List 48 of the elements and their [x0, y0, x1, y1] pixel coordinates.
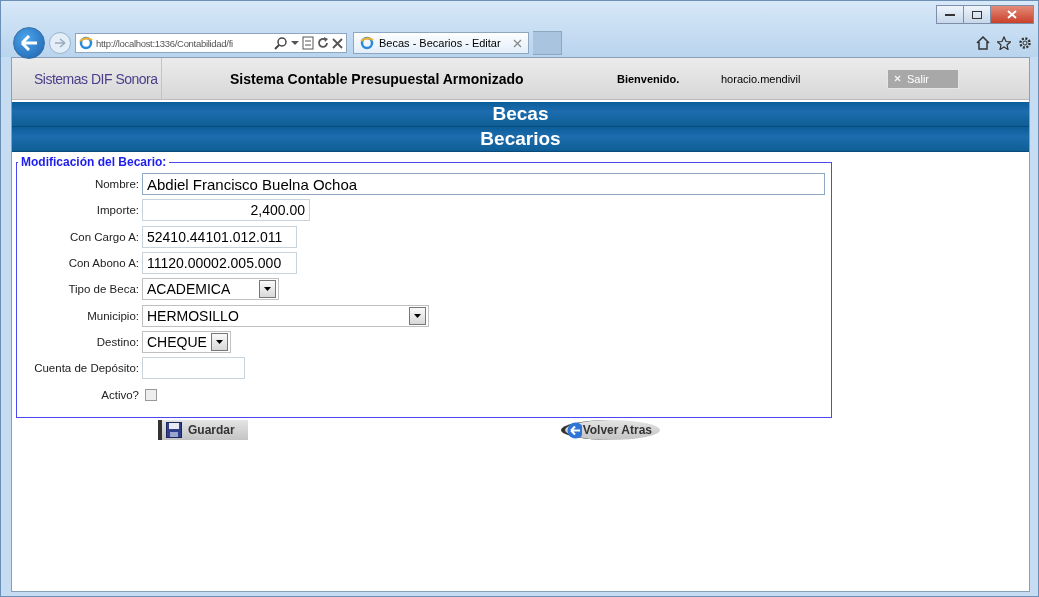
form-legend: Modificación del Becario:	[18, 155, 170, 169]
address-bar[interactable]: http://localhost:1336/Contabilidad/fi	[75, 33, 347, 53]
dropdown[interactable]: HERMOSILLO	[142, 304, 429, 327]
close-icon[interactable]	[513, 38, 522, 48]
settings-icon[interactable]	[1018, 36, 1032, 50]
field-label: Cuenta de Depósito:	[33, 362, 140, 375]
browser-tab[interactable]: Becas - Becarios - Editar	[353, 32, 529, 54]
maximize-icon[interactable]	[963, 5, 991, 24]
section-banner: Becas	[12, 102, 1029, 127]
close-icon[interactable]	[990, 5, 1034, 24]
refresh-icon[interactable]	[317, 37, 329, 49]
browser-logo-icon	[360, 36, 374, 50]
input-field[interactable]: 2,400.00	[142, 199, 310, 222]
close-icon[interactable]	[332, 37, 343, 49]
star-icon[interactable]	[997, 36, 1011, 50]
site-logo: Sistemas DIF Sonora	[12, 58, 162, 99]
input-field[interactable]	[142, 357, 245, 380]
compatibility-icon[interactable]	[302, 36, 314, 50]
input-field[interactable]: Abdiel Francisco Buelna Ochoa	[142, 173, 825, 196]
field-label: Destino:	[95, 335, 140, 348]
field-label: Tipo de Beca:	[67, 283, 140, 296]
field-label: Municipio:	[86, 309, 140, 322]
field-label: Nombre:	[93, 178, 140, 191]
home-icon[interactable]	[976, 36, 990, 50]
browser-logo-icon	[79, 36, 93, 50]
checkbox[interactable]	[145, 388, 157, 401]
field-label: Con Abono A:	[67, 257, 140, 270]
field-label: Activo?	[100, 388, 140, 401]
forward-arrow-icon	[54, 38, 66, 48]
field-label: Importe:	[95, 204, 140, 217]
close-icon	[894, 75, 901, 82]
dropdown-icon[interactable]	[291, 40, 299, 46]
field-label: Con Cargo A:	[68, 230, 140, 243]
minimize-icon[interactable]	[936, 5, 964, 24]
action-button[interactable]: Volver Atras	[561, 420, 660, 440]
welcome-text: Bienvenido.	[617, 72, 681, 85]
action-button[interactable]: Guardar	[158, 420, 248, 440]
dropdown[interactable]: CHEQUE	[142, 330, 231, 353]
back-arrow-icon	[567, 421, 582, 439]
dropdown[interactable]: ACADEMICA	[142, 278, 279, 301]
username: horacio.mendivil	[721, 72, 802, 85]
input-field[interactable]: 11120.00002.005.000	[142, 252, 297, 275]
system-title: Sistema Contable Presupuestal Armonizado	[230, 70, 525, 87]
back-arrow-icon	[20, 35, 38, 51]
section-banner: Becarios	[12, 127, 1029, 152]
input-field[interactable]: 52410.44101.012.011	[142, 225, 297, 248]
search-icon[interactable]	[274, 36, 288, 50]
back-button[interactable]	[13, 27, 45, 59]
